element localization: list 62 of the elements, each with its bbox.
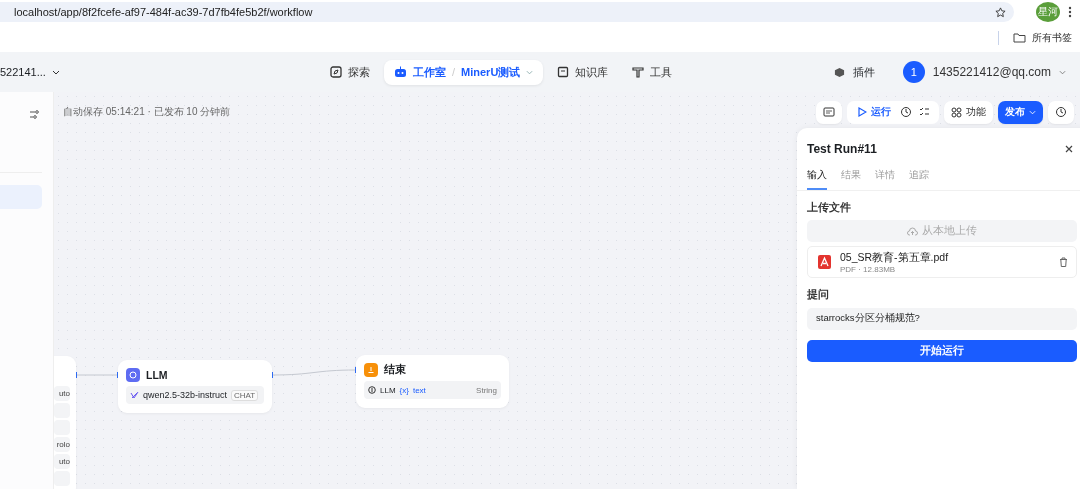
file-meta: PDF · 12.83MB bbox=[840, 264, 897, 274]
trash-icon[interactable] bbox=[1059, 257, 1068, 267]
start-run-button[interactable]: 开始运行 bbox=[807, 339, 1077, 362]
close-icon[interactable] bbox=[1065, 145, 1073, 153]
user-avatar[interactable]: 1 bbox=[902, 61, 925, 83]
model-tag: CHAT bbox=[231, 389, 259, 401]
variable-name: text bbox=[412, 385, 426, 395]
workspace-name[interactable]: 522141... bbox=[0, 66, 46, 78]
workflow-node[interactable]: uto rolo uto bbox=[54, 356, 76, 489]
nav-tab[interactable]: 探索 bbox=[320, 59, 380, 85]
env-button[interactable] bbox=[816, 100, 842, 124]
llm-node[interactable]: LLM qwen2.5-32b-instruct CHAT bbox=[118, 360, 272, 413]
grid-icon bbox=[951, 106, 962, 118]
panel-tab[interactable]: 输入 bbox=[807, 164, 827, 190]
env-icon bbox=[823, 107, 835, 117]
filter-icon[interactable] bbox=[29, 110, 39, 119]
chevron-icon bbox=[1029, 109, 1036, 115]
param-field: uto bbox=[54, 454, 70, 469]
history-icon bbox=[1055, 106, 1067, 118]
variable-marker: {x} bbox=[399, 385, 409, 395]
cube-icon bbox=[833, 66, 845, 78]
node-title: LLM bbox=[146, 369, 168, 381]
book-icon bbox=[557, 66, 570, 78]
robot-icon bbox=[394, 66, 407, 78]
end-node[interactable]: 结束 LLM {x} text String bbox=[356, 355, 509, 408]
llm-icon bbox=[368, 386, 376, 394]
star-icon[interactable] bbox=[995, 6, 1006, 18]
file-name: 05_SR教育-第五章.pdf bbox=[840, 250, 950, 265]
hammer-icon bbox=[632, 66, 645, 78]
checklist-icon[interactable] bbox=[919, 107, 930, 117]
folder-icon bbox=[1013, 33, 1026, 43]
nav-tab[interactable]: 知识库 bbox=[547, 59, 619, 85]
question-field[interactable]: starrocks分区分桶规范? bbox=[807, 307, 1077, 330]
param-field: rolo bbox=[54, 437, 70, 452]
history-button[interactable] bbox=[1048, 100, 1074, 124]
upload-label: 上传文件 bbox=[807, 201, 852, 215]
compass-icon bbox=[330, 66, 342, 78]
param-field: uto bbox=[54, 386, 70, 401]
nav-tab[interactable]: 工作室 / MinerU测试 bbox=[384, 59, 544, 85]
autosave-status: 自动保存 05:14:21 · 已发布 10 分钟前 bbox=[63, 105, 231, 119]
publish-button[interactable]: 发布 bbox=[998, 100, 1043, 124]
address-bar[interactable]: localhost/app/8f2fcefe-af97-484f-ac39-7d7fb4fe5b2f/workflow bbox=[0, 2, 1014, 22]
llm-node-icon bbox=[126, 368, 140, 382]
end-node-icon bbox=[364, 363, 378, 377]
cloud-upload-icon bbox=[907, 226, 918, 236]
pdf-icon bbox=[818, 255, 831, 269]
node-title: 结束 bbox=[384, 363, 406, 377]
play-icon bbox=[858, 107, 867, 117]
user-email[interactable]: 1435221412@qq.com bbox=[932, 65, 1051, 79]
bookmarks-link[interactable]: 所有书签 bbox=[1032, 31, 1072, 45]
variable-type: String bbox=[476, 385, 497, 395]
model-name: qwen2.5-32b-instruct bbox=[143, 390, 228, 400]
question-label: 提问 bbox=[807, 288, 830, 302]
variable-source: LLM bbox=[380, 385, 396, 395]
panel-title: Test Run#11 bbox=[807, 142, 877, 156]
plugins-link[interactable]: 插件 bbox=[852, 64, 875, 80]
history-icon[interactable] bbox=[900, 106, 912, 118]
more-icon[interactable] bbox=[1068, 6, 1072, 18]
chevron-icon[interactable] bbox=[51, 69, 60, 75]
features-button[interactable]: 功能 bbox=[944, 100, 993, 124]
model-icon bbox=[130, 390, 139, 400]
nav-tab[interactable]: 工具 bbox=[622, 59, 683, 85]
